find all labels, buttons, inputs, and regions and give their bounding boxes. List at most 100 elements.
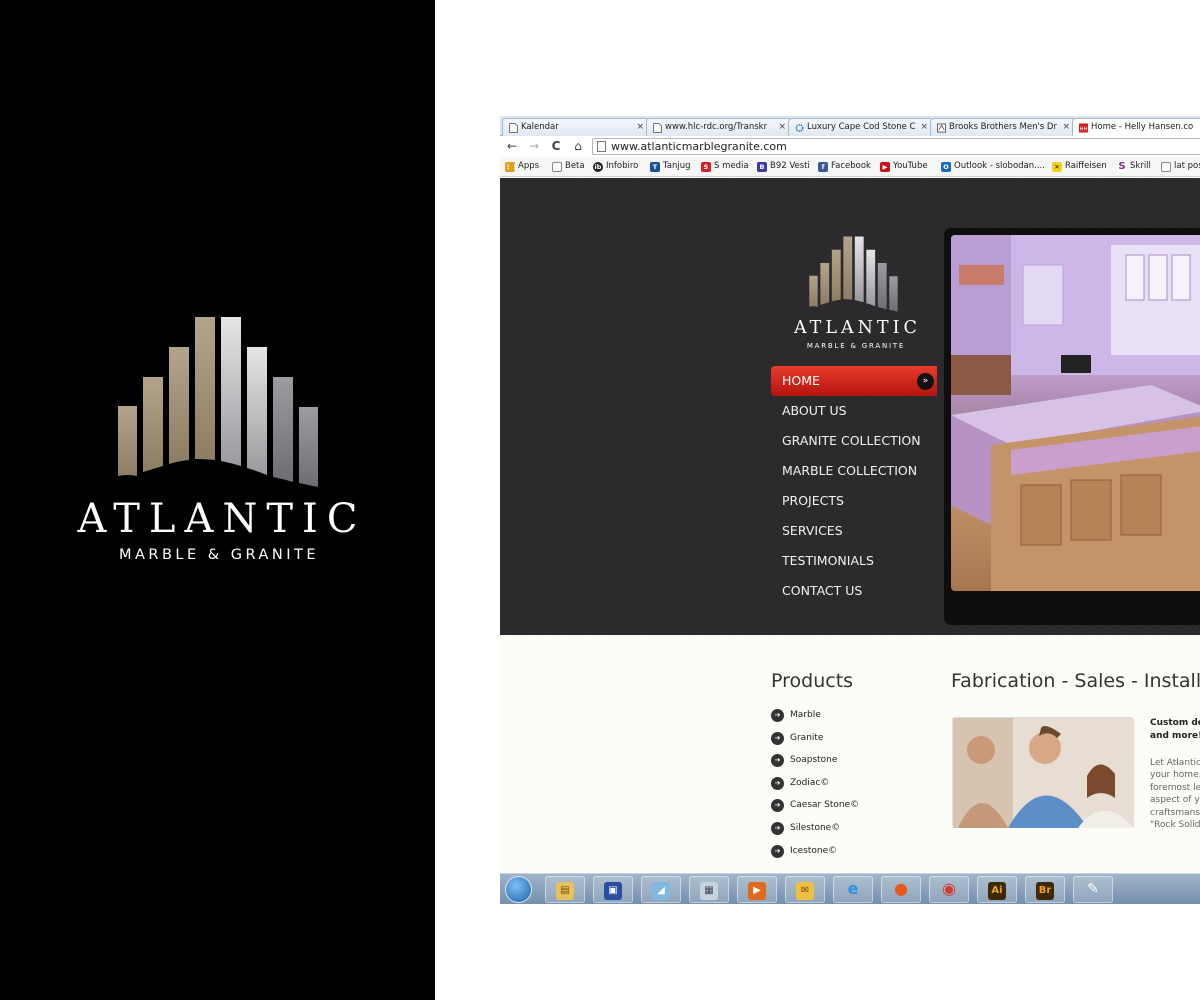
skrill-icon: S	[1117, 161, 1127, 172]
taskbar-outlook-button[interactable]: ✉	[785, 876, 825, 903]
windows-taskbar: ▤ ▣ ◢ ▦ ▶ ✉ e ● ◉ Ai Br ✎	[500, 873, 1200, 904]
paragraph-line: your home.	[1150, 770, 1200, 781]
tab-close-icon[interactable]: ×	[778, 122, 786, 132]
menu-item-projects[interactable]: PROJECTS	[771, 486, 941, 516]
browser-navbar: ← → C ⌂ www.atlanticmarblegranite.com	[500, 136, 1200, 157]
bookmark-label: YouTube	[893, 161, 928, 171]
bookmark-skrill[interactable]: S Skrill	[1117, 161, 1151, 172]
bookmark-facebook[interactable]: f Facebook	[818, 161, 871, 172]
bookmark-beta[interactable]: Beta	[552, 161, 585, 172]
tab-luxury-cape-cod[interactable]: Luxury Cape Cod Stone C ×	[788, 118, 934, 136]
address-bar[interactable]: www.atlanticmarblegranite.com	[592, 138, 1200, 155]
hero-slider	[944, 228, 1200, 625]
atlantic-logo-icon	[118, 317, 318, 487]
arrow-right-icon: ➔	[771, 844, 784, 858]
paragraph-line: craftsmansl	[1150, 807, 1200, 818]
site-header: ATLANTIC MARBLE & GRANITE HOME » ABOUT U…	[500, 178, 1200, 635]
bookmark-raiffeisen[interactable]: ✕ Raiffeisen	[1052, 161, 1107, 172]
bridge-icon: Br	[1036, 882, 1054, 900]
taskbar-powerpoint-button[interactable]: ▶	[737, 876, 777, 903]
tab-brooks-brothers[interactable]: Brooks Brothers Men's Dr ×	[930, 118, 1076, 136]
gear-icon	[795, 124, 804, 132]
menu-item-label: ABOUT US	[782, 403, 847, 418]
menu-item-testimonials[interactable]: TESTIMONIALS	[771, 546, 941, 576]
taskbar-paint-button[interactable]: ✎	[1073, 876, 1113, 903]
intro-paragraph: Let Atlantic your home. foremost le aspe…	[1150, 757, 1200, 831]
taskbar-explorer-button[interactable]: ▤	[545, 876, 585, 903]
product-link-granite[interactable]: ➔ Granite	[771, 729, 859, 752]
taskbar-illustrator-button[interactable]: Ai	[977, 876, 1017, 903]
bookmark-b92[interactable]: B B92 Vesti	[757, 161, 810, 172]
bookmark-apps[interactable]: ⋮⋮ Apps	[505, 161, 539, 172]
product-link-silestone[interactable]: ➔ Silestone©	[771, 819, 859, 842]
menu-item-about-us[interactable]: ABOUT US	[771, 396, 941, 426]
product-link-icestone[interactable]: ➔ Icestone©	[771, 842, 859, 865]
save-icon: ▣	[604, 882, 622, 900]
product-link-marble[interactable]: ➔ Marble	[771, 706, 859, 729]
tab-kalendar[interactable]: Kalendar ×	[502, 118, 650, 136]
taskbar-firefox-button[interactable]: ●	[881, 876, 921, 903]
product-label: Zodiac©	[790, 777, 830, 788]
product-label: Marble	[790, 710, 821, 720]
menu-item-granite-collection[interactable]: GRANITE COLLECTION	[771, 426, 941, 456]
windows-start-icon[interactable]	[505, 876, 532, 903]
youtube-icon: ▶	[880, 162, 890, 172]
bookmark-infobiro[interactable]: ib Infobiro	[593, 161, 639, 172]
taskbar-bridge-button[interactable]: Br	[1025, 876, 1065, 903]
tab-bar: Kalendar × www.hlc-rdc.org/Transkr × Lux…	[500, 116, 1200, 136]
custom-title-line: Custom des	[1150, 718, 1200, 728]
bookmark-label: S media	[714, 161, 749, 171]
site-content: Products ➔ Marble ➔ Granite ➔ Soapstone ➔ Zo…	[500, 635, 1200, 873]
paragraph-line: foremost le	[1150, 782, 1200, 793]
menu-item-marble-collection[interactable]: MARBLE COLLECTION	[771, 456, 941, 486]
product-link-soapstone[interactable]: ➔ Soapstone	[771, 751, 859, 774]
outlook-icon: ✉	[796, 882, 814, 900]
product-link-zodiac[interactable]: ➔ Zodiac©	[771, 774, 859, 797]
back-arrow-icon[interactable]: ←	[505, 139, 519, 153]
bookmark-youtube[interactable]: ▶ YouTube	[880, 161, 928, 172]
product-label: Silestone©	[790, 822, 841, 833]
forward-arrow-icon[interactable]: →	[527, 139, 541, 153]
bookmark-lat-pos[interactable]: lat pos	[1161, 161, 1200, 172]
tab-close-icon[interactable]: ×	[1062, 122, 1070, 132]
tab-close-icon[interactable]: ×	[920, 122, 928, 132]
bookmark-label: Infobiro	[606, 161, 639, 171]
reload-icon[interactable]: C	[549, 139, 563, 153]
menu-item-home[interactable]: HOME »	[771, 366, 937, 396]
bookmark-label: Beta	[565, 161, 585, 171]
page-icon	[653, 123, 662, 133]
home-icon[interactable]: ⌂	[571, 139, 585, 153]
brand-name: ATLANTIC	[77, 496, 367, 542]
bookmark-s-media[interactable]: SS media	[701, 161, 749, 172]
ie-icon: e	[847, 879, 859, 898]
tab-label: Brooks Brothers Men's Dr	[949, 122, 1057, 132]
bookmark-outlook[interactable]: O Outlook - slobodan....	[941, 161, 1045, 172]
product-label: Caesar Stone©	[790, 800, 860, 811]
menu-item-services[interactable]: SERVICES	[771, 516, 941, 546]
paragraph-line: Let Atlantic	[1150, 758, 1200, 768]
taskbar-media-button[interactable]: ◢	[641, 876, 681, 903]
double-chevron-right-icon: »	[917, 373, 934, 390]
taskbar-ie-button[interactable]: e	[833, 876, 873, 903]
brand-tagline: MARBLE & GRANITE	[118, 547, 319, 563]
arrow-right-icon: ➔	[771, 821, 784, 835]
taskbar-save-button[interactable]: ▣	[593, 876, 633, 903]
tab-hlc[interactable]: www.hlc-rdc.org/Transkr ×	[646, 118, 792, 136]
menu-item-contact-us[interactable]: CONTACT US	[771, 576, 941, 606]
atlantic-logo-icon[interactable]	[807, 236, 900, 312]
firefox-icon: ●	[894, 879, 908, 898]
product-link-caesar-stone[interactable]: ➔ Caesar Stone©	[771, 796, 859, 819]
bookmark-label: Tanjug	[663, 161, 691, 171]
tab-helly-hansen[interactable]: HH Home - Helly Hansen.co	[1072, 118, 1200, 136]
arrow-right-icon: ➔	[771, 709, 784, 722]
bookmark-label: lat pos	[1174, 161, 1200, 171]
taskbar-chrome-button[interactable]: ◉	[929, 876, 969, 903]
tab-close-icon[interactable]: ×	[636, 122, 644, 132]
menu-item-label: GRANITE COLLECTION	[782, 433, 921, 448]
explorer-icon: ▤	[556, 882, 574, 900]
taskbar-calculator-button[interactable]: ▦	[689, 876, 729, 903]
url-text: www.atlanticmarblegranite.com	[611, 140, 787, 153]
bookmark-tanjug[interactable]: T Tanjug	[650, 161, 691, 172]
menu-item-label: PROJECTS	[782, 493, 844, 508]
apps-grid-icon: ⋮⋮	[505, 162, 518, 172]
